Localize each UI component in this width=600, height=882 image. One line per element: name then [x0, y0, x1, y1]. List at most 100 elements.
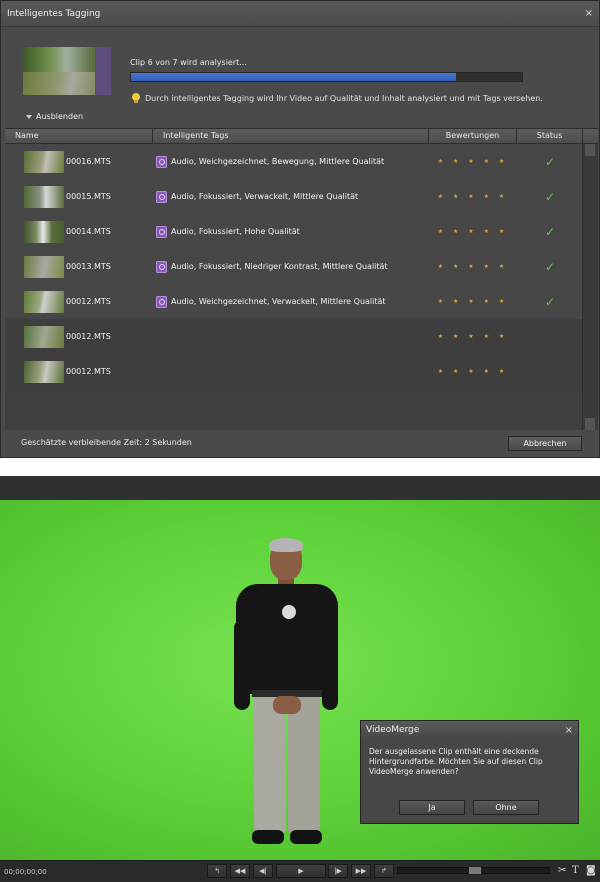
column-header-rating[interactable]: Bewertungen [429, 129, 517, 143]
clip-thumbnail [24, 290, 64, 313]
presenter-figure [228, 538, 346, 845]
analysis-status-text: Clip 6 von 7 wird analysiert... [130, 58, 247, 67]
step-forward-button[interactable]: |▶ [328, 864, 348, 878]
star-rating-icon[interactable]: ★ ★ ★ ★ ★ [438, 263, 509, 270]
cell-status: ✓ [517, 191, 583, 203]
cell-rating[interactable]: ★ ★ ★ ★ ★ [429, 228, 517, 235]
cell-name: 00016.MTS [5, 150, 153, 173]
text-tool-icon[interactable]: T [572, 865, 579, 876]
column-header-name[interactable]: Name [5, 129, 153, 143]
cell-tags: Audio, Weichgezeichnet, Verwackelt, Mitt… [153, 295, 429, 308]
monitor-top-bar [0, 476, 600, 500]
clip-thumbnail [24, 360, 64, 383]
videomerge-title: VideoMerge [366, 725, 420, 735]
clip-thumbnail [24, 185, 64, 208]
cell-name: 00012.MTS [5, 360, 153, 383]
no-button[interactable]: Ohne [473, 800, 539, 815]
scroll-up-button[interactable] [585, 144, 595, 156]
videomerge-titlebar: VideoMerge × [361, 721, 578, 739]
go-to-end-button[interactable]: ↱ [374, 864, 394, 878]
cell-rating[interactable]: ★ ★ ★ ★ ★ [429, 263, 517, 270]
triangle-down-icon [26, 114, 32, 119]
video-monitor-panel: VideoMerge × Der ausgelassene Clip enthä… [0, 476, 600, 882]
star-rating-icon[interactable]: ★ ★ ★ ★ ★ [438, 193, 509, 200]
table-row[interactable]: 00013.MTS Audio, Fokussiert, Niedriger Ko… [5, 249, 583, 284]
videomerge-message: Der ausgelassene Clip enthält eine decke… [369, 747, 543, 776]
column-header-tags[interactable]: Intelligente Tags [153, 129, 429, 143]
smart-tag-icon [156, 295, 167, 308]
clip-thumbnail [24, 220, 64, 243]
cell-status: ✓ [517, 296, 583, 308]
star-rating-icon[interactable]: ★ ★ ★ ★ ★ [438, 368, 509, 375]
cell-name: 00014.MTS [5, 220, 153, 243]
scissors-icon[interactable]: ✂ [558, 865, 566, 876]
cell-status: ✓ [517, 226, 583, 238]
cell-rating[interactable]: ★ ★ ★ ★ ★ [429, 193, 517, 200]
table-row[interactable]: 00012.MTS Audio, Weichgezeichnet, Verwack… [5, 284, 583, 319]
table-row[interactable]: 00012.MTS ★ ★ ★ ★ ★ [5, 354, 583, 389]
close-icon[interactable]: × [565, 725, 573, 736]
table-body: 00016.MTS Audio, Weichgezeichnet, Bewegun… [5, 144, 583, 389]
cell-rating[interactable]: ★ ★ ★ ★ ★ [429, 333, 517, 340]
hint-line: Durch intelligentes Tagging wird Ihr Vid… [132, 93, 543, 103]
cell-rating[interactable]: ★ ★ ★ ★ ★ [429, 368, 517, 375]
checkmark-icon: ✓ [544, 224, 556, 239]
clip-filename: 00014.MTS [66, 227, 111, 236]
clip-filename: 00012.MTS [66, 367, 111, 376]
camera-icon[interactable]: ◙ [586, 865, 596, 876]
smart-tags-text: Audio, Fokussiert, Verwackelt, Mittlere … [171, 192, 359, 201]
rewind-button[interactable]: ◀◀ [230, 864, 250, 878]
progress-fill [131, 73, 456, 81]
yes-button[interactable]: Ja [399, 800, 465, 815]
remaining-time-text: Geschätzte verbleibende Zeit: 2 Sekunden [21, 438, 192, 447]
table-row[interactable]: 00014.MTS Audio, Fokussiert, Hohe Qualitä… [5, 214, 583, 249]
smart-tagging-dialog: Intelligentes Tagging × Clip 6 von 7 wir… [0, 0, 600, 458]
video-frame[interactable]: VideoMerge × Der ausgelassene Clip enthä… [0, 500, 600, 860]
cell-name: 00013.MTS [5, 255, 153, 278]
play-button[interactable]: ▶ [276, 864, 326, 878]
vertical-scrollbar[interactable] [582, 144, 598, 430]
go-to-start-button[interactable]: ↰ [207, 864, 227, 878]
fast-forward-button[interactable]: ▶▶ [351, 864, 371, 878]
current-clip-preview [23, 47, 111, 95]
table-row[interactable]: 00015.MTS Audio, Fokussiert, Verwackelt, … [5, 179, 583, 214]
clip-thumbnail [24, 255, 64, 278]
analysis-progress-bar [130, 72, 523, 82]
cell-tags: Audio, Fokussiert, Verwackelt, Mittlere … [153, 190, 429, 203]
smart-tag-icon [156, 155, 167, 168]
shuttle-slider-thumb[interactable] [468, 866, 482, 875]
table-row[interactable]: 00016.MTS Audio, Weichgezeichnet, Bewegun… [5, 144, 583, 179]
dialog-titlebar: Intelligentes Tagging × [1, 1, 599, 27]
star-rating-icon[interactable]: ★ ★ ★ ★ ★ [438, 228, 509, 235]
smart-tag-icon [156, 260, 167, 273]
column-header-status[interactable]: Status [517, 129, 583, 143]
checkmark-icon: ✓ [544, 154, 556, 169]
table-row[interactable]: 00012.MTS ★ ★ ★ ★ ★ [5, 319, 583, 354]
cell-tags: Audio, Fokussiert, Niedriger Kontrast, M… [153, 260, 429, 273]
transport-controls: 00;00;00;00 ↰ ◀◀ ◀| ▶ |▶ ▶▶ ↱ ✂ T ◙ [0, 860, 600, 882]
toggle-label: Ausblenden [36, 112, 84, 121]
clip-thumbnail [24, 325, 64, 348]
close-icon[interactable]: × [585, 8, 593, 19]
cell-name: 00012.MTS [5, 290, 153, 313]
cell-status: ✓ [517, 261, 583, 273]
cell-tags: Audio, Weichgezeichnet, Bewegung, Mittle… [153, 155, 429, 168]
clip-filename: 00016.MTS [66, 157, 111, 166]
shuttle-slider[interactable] [397, 866, 550, 875]
smart-tags-text: Audio, Fokussiert, Hohe Qualität [171, 227, 300, 236]
step-back-button[interactable]: ◀| [253, 864, 273, 878]
star-rating-icon[interactable]: ★ ★ ★ ★ ★ [438, 298, 509, 305]
scroll-down-button[interactable] [585, 418, 595, 430]
clip-thumbnail [24, 150, 64, 173]
smart-tags-text: Audio, Weichgezeichnet, Bewegung, Mittle… [171, 157, 385, 166]
timecode-display[interactable]: 00;00;00;00 [4, 868, 47, 876]
cancel-button[interactable]: Abbrechen [508, 436, 582, 451]
cell-name: 00015.MTS [5, 185, 153, 208]
hide-details-toggle[interactable]: Ausblenden [26, 112, 83, 121]
cell-rating[interactable]: ★ ★ ★ ★ ★ [429, 298, 517, 305]
cell-name: 00012.MTS [5, 325, 153, 348]
clip-table: Name Intelligente Tags Bewertungen Statu… [5, 128, 598, 430]
star-rating-icon[interactable]: ★ ★ ★ ★ ★ [438, 333, 509, 340]
cell-rating[interactable]: ★ ★ ★ ★ ★ [429, 158, 517, 165]
star-rating-icon[interactable]: ★ ★ ★ ★ ★ [438, 158, 509, 165]
